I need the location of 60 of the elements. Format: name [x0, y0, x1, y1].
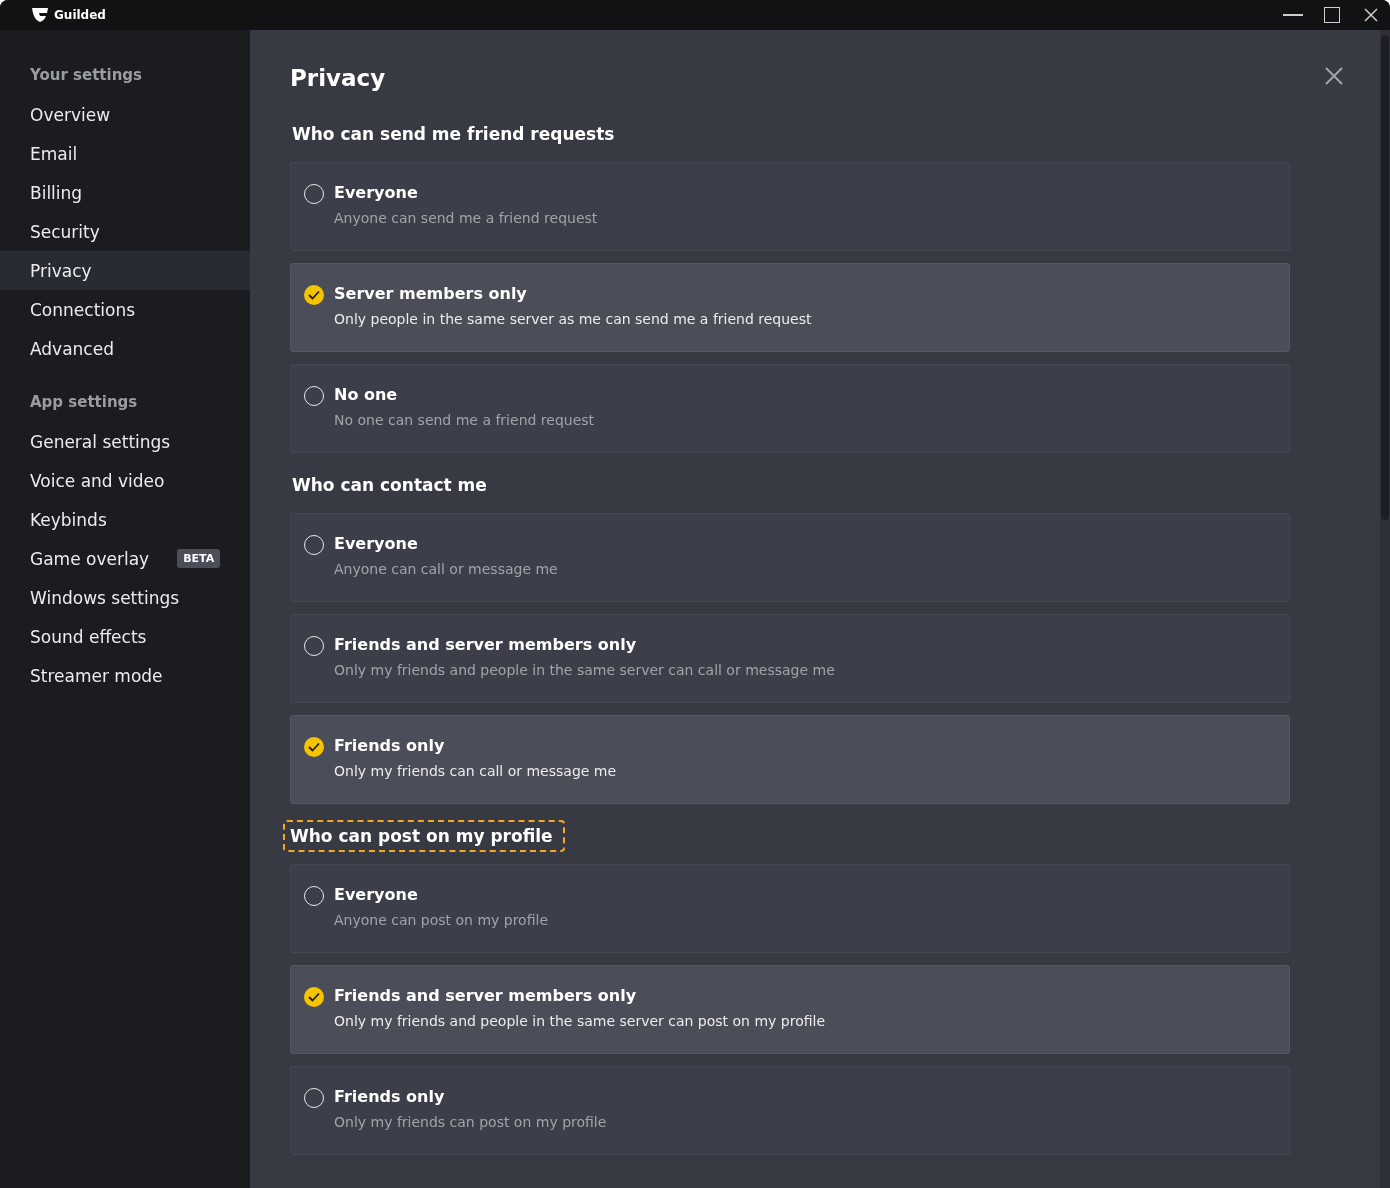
radio-button[interactable] — [304, 987, 324, 1007]
option-title: No one — [334, 385, 399, 404]
option-description: Anyone can call or message me — [334, 561, 558, 577]
logo-icon — [31, 7, 49, 23]
option-description: Only my friends and people in the same server can call or message me — [334, 662, 835, 678]
option-title: Friends and server members only — [334, 986, 638, 1005]
option-card[interactable]: Everyone Anyone can call or message me — [290, 513, 1290, 602]
radio-button[interactable] — [304, 285, 324, 305]
section-heading: Who can contact me — [291, 474, 488, 497]
option-card[interactable]: Everyone Anyone can post on my profile — [290, 864, 1290, 953]
minimize-icon — [1282, 14, 1303, 16]
sidebar-item[interactable]: Game overlay BETA — [0, 539, 250, 578]
sidebar-item[interactable]: Keybinds — [0, 500, 250, 539]
option-card[interactable]: Friends only Only my friends can call or message me — [290, 715, 1290, 804]
sidebar-item[interactable]: Streamer mode — [0, 656, 250, 695]
option-description: Only my friends and people in the same server can post on my profile — [334, 1013, 826, 1029]
sidebar-item[interactable]: Email — [0, 134, 250, 173]
sidebar-item[interactable]: Advanced — [0, 329, 250, 368]
sidebar-heading: App settings — [29, 392, 139, 413]
sidebar-item[interactable]: Billing — [0, 173, 250, 212]
option-title: Friends and server members only — [334, 635, 638, 654]
sidebar-heading: Your settings — [29, 65, 144, 86]
option-card[interactable]: Server members only Only people in the same server as me can send me a friend request — [290, 263, 1290, 352]
check-icon — [308, 742, 320, 752]
close-icon — [1363, 8, 1378, 22]
option-description: Anyone can send me a friend request — [334, 210, 598, 226]
option-card[interactable]: Friends and server members only Only my friends and people in the same server can post on my profile — [290, 965, 1290, 1054]
option-description: Only people in the same server as me can send me a friend request — [334, 311, 812, 327]
section-heading: Who can send me friend requests — [291, 123, 616, 146]
option-card[interactable]: Friends only Only my friends can post on my profile — [290, 1066, 1290, 1155]
page-title: Privacy — [290, 64, 387, 93]
sidebar-item[interactable]: Voice and video — [0, 461, 250, 500]
option-title: Server members only — [334, 284, 528, 303]
radio-button[interactable] — [304, 737, 324, 757]
option-description: No one can send me a friend request — [334, 412, 595, 428]
sidebar-item[interactable]: General settings — [0, 422, 250, 461]
option-description: Anyone can post on my profile — [334, 912, 548, 928]
sidebar-item[interactable]: Overview — [0, 95, 250, 134]
option-card[interactable]: Friends and server members only Only my friends and people in the same server can call or message me — [290, 614, 1290, 703]
sidebar-item[interactable]: Privacy — [0, 251, 250, 290]
sidebar-item[interactable]: Sound effects — [0, 617, 250, 656]
sidebar-item[interactable]: Connections — [0, 290, 250, 329]
window-title: Guilded — [54, 8, 106, 22]
scrollbar-thumb[interactable] — [1381, 35, 1389, 520]
check-icon — [308, 992, 320, 1002]
option-title: Friends only — [334, 1087, 446, 1106]
option-card[interactable]: No one No one can send me a friend request — [290, 364, 1290, 453]
option-card[interactable]: Everyone Anyone can send me a friend request — [290, 162, 1290, 251]
sidebar-item[interactable]: Windows settings — [0, 578, 250, 617]
option-description: Only my friends can post on my profile — [334, 1114, 607, 1130]
option-description: Only my friends can call or message me — [334, 763, 617, 779]
option-title: Everyone — [334, 183, 419, 202]
check-icon — [308, 290, 320, 300]
maximize-icon — [1323, 7, 1340, 23]
option-title: Everyone — [334, 534, 419, 553]
sidebar-item[interactable]: Security — [0, 212, 250, 251]
option-title: Friends only — [334, 736, 446, 755]
option-title: Everyone — [334, 885, 419, 904]
section-heading: Who can post on my profile — [283, 820, 565, 852]
beta-badge: BETA — [177, 549, 221, 568]
